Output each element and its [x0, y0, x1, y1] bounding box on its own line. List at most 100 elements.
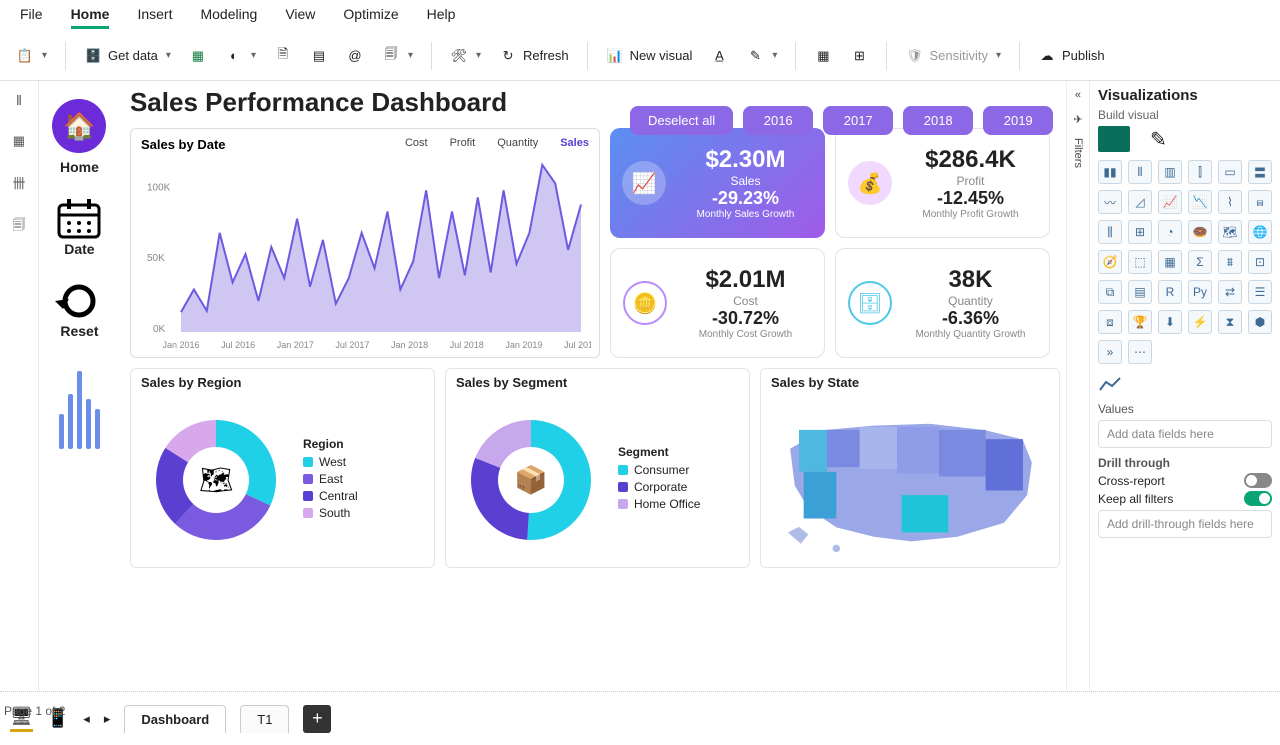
filters-rail[interactable]: « ✈ Filters [1066, 81, 1089, 691]
viz-type-icon[interactable]: ⧉ [1098, 280, 1122, 304]
dataverse-button[interactable]: @ [340, 43, 370, 69]
viz-type-icon[interactable]: ⫼ [1098, 220, 1122, 244]
pill-2018[interactable]: 2018 [903, 106, 973, 135]
viz-type-icon[interactable]: Σ [1188, 250, 1212, 274]
kpi-quantity[interactable]: 🗄 38K Quantity -6.36% Monthly Quantity G… [835, 248, 1050, 358]
format-visual-icon[interactable]: ✎ [1150, 127, 1167, 152]
viz-type-icon[interactable]: ⬇ [1158, 310, 1182, 334]
viz-type-icon[interactable]: 🍩 [1188, 220, 1212, 244]
viz-type-icon[interactable]: R [1158, 280, 1182, 304]
menu-file[interactable]: File [20, 6, 43, 29]
line-chart-icon[interactable] [1098, 376, 1122, 394]
refresh-button[interactable]: ↻Refresh [493, 43, 575, 69]
viz-type-icon[interactable]: ⬢ [1248, 310, 1272, 334]
menu-home[interactable]: Home [71, 6, 110, 29]
viz-type-icon[interactable]: » [1098, 340, 1122, 364]
collapse-icon[interactable]: « [1075, 89, 1081, 101]
table-view-icon[interactable]: ▦ [13, 133, 25, 149]
viz-type-icon[interactable]: 🗺 [1218, 220, 1242, 244]
cross-report-toggle[interactable] [1244, 473, 1272, 488]
viz-type-icon[interactable]: ▮▮ [1098, 160, 1122, 184]
viz-type-icon[interactable]: Py [1188, 280, 1212, 304]
menu-optimize[interactable]: Optimize [343, 6, 398, 29]
paste-button[interactable]: 📋▾ [10, 43, 53, 69]
viz-type-icon[interactable]: ◿ [1128, 190, 1152, 214]
build-visual-icon[interactable] [1098, 126, 1130, 152]
viz-type-icon[interactable]: ⊡ [1248, 250, 1272, 274]
menu-modeling[interactable]: Modeling [200, 6, 257, 29]
viz-type-icon[interactable]: ▤ [1128, 280, 1152, 304]
viz-type-icon[interactable]: ⫴ [1128, 160, 1152, 184]
tab-t1[interactable]: T1 [240, 705, 289, 733]
text-box-button[interactable]: A̲ [704, 43, 734, 69]
viz-type-icon[interactable]: ⌇ [1218, 190, 1242, 214]
prev-page-icon[interactable]: ◂ [83, 711, 90, 727]
publish-button[interactable]: ☁Publish [1032, 43, 1111, 69]
viz-type-icon[interactable]: 🧭 [1098, 250, 1122, 274]
data-hub-button[interactable]: ◐▾ [219, 43, 262, 69]
viz-type-icon[interactable]: ⧈ [1098, 310, 1122, 334]
viz-type-icon[interactable]: 📉 [1188, 190, 1212, 214]
viz-type-icon[interactable]: ▥ [1158, 160, 1182, 184]
new-visual-button[interactable]: 📊New visual [600, 43, 699, 69]
model-view-icon[interactable]: 卌 [12, 173, 25, 192]
dax-view-icon[interactable]: 🗐 [12, 216, 25, 238]
viz-type-icon[interactable]: 🏆 [1128, 310, 1152, 334]
more-visuals-button[interactable]: ✎▾ [740, 43, 783, 69]
pill-2019[interactable]: 2019 [983, 106, 1053, 135]
transform-button[interactable]: 🛠▾ [444, 43, 487, 69]
new-measure-button[interactable]: ▦ [808, 43, 838, 69]
viz-type-icon[interactable]: ▦ [1158, 250, 1182, 274]
menu-view[interactable]: View [285, 6, 315, 29]
nav-home[interactable]: 🏠 Home [52, 99, 106, 175]
next-page-icon[interactable]: ▸ [104, 711, 111, 727]
viz-type-icon[interactable]: ⬚ [1128, 250, 1152, 274]
enter-data-button[interactable]: ▤ [304, 43, 334, 69]
values-field-well[interactable]: Add data fields here [1098, 420, 1272, 448]
get-data-button[interactable]: 🗄️Get data▾ [78, 43, 177, 69]
viz-type-icon[interactable]: 〓 [1248, 160, 1272, 184]
pill-2016[interactable]: 2016 [743, 106, 813, 135]
nav-date[interactable]: Date [55, 197, 103, 257]
viz-type-icon[interactable]: ⇄ [1218, 280, 1242, 304]
kpi-profit[interactable]: 💰 $286.4K Profit -12.45% Monthly Profit … [835, 128, 1050, 238]
quick-measure-button[interactable]: ⊞ [844, 43, 874, 69]
viz-type-icon[interactable]: 🌐 [1248, 220, 1272, 244]
excel-source-button[interactable]: ▦ [183, 43, 213, 69]
pill-deselect-all[interactable]: Deselect all [630, 106, 733, 135]
sql-button[interactable]: 🗎 [268, 43, 298, 69]
measure-profit[interactable]: Profit [450, 137, 476, 152]
sensitivity-button[interactable]: 🛡Sensitivity▾ [899, 43, 1007, 69]
sales-by-segment-chart[interactable]: Sales by Segment 📦 Segment ConsumerCorpo… [445, 368, 750, 568]
viz-type-icon[interactable]: ⫿ [1188, 160, 1212, 184]
menu-help[interactable]: Help [427, 6, 456, 29]
kpi-cost[interactable]: 🪙 $2.01M Cost -30.72% Monthly Cost Growt… [610, 248, 825, 358]
viz-type-icon[interactable]: ⩎ [1248, 190, 1272, 214]
sales-by-date-chart[interactable]: Sales by Date Cost Profit Quantity Sales… [130, 128, 600, 358]
viz-type-icon[interactable]: 〰 [1098, 190, 1122, 214]
viz-type-icon[interactable]: ⧗ [1218, 310, 1242, 334]
viz-type-icon[interactable]: ⋯ [1128, 340, 1152, 364]
viz-type-icon[interactable]: ⩩ [1218, 250, 1242, 274]
report-view-icon[interactable]: ⫴ [16, 93, 21, 109]
nav-reset[interactable]: Reset [55, 279, 103, 339]
viz-type-icon[interactable]: ▭ [1218, 160, 1242, 184]
viz-type-icon[interactable]: ☰ [1248, 280, 1272, 304]
drill-field-well[interactable]: Add drill-through fields here [1098, 510, 1272, 538]
keep-filters-toggle[interactable] [1244, 491, 1272, 506]
sales-by-region-chart[interactable]: Sales by Region 🗺 Region WestEastCentral… [130, 368, 435, 568]
kpi-sales[interactable]: 📈 $2.30M Sales -29.23% Monthly Sales Gro… [610, 128, 825, 238]
viz-type-icon[interactable]: ⊞ [1128, 220, 1152, 244]
pill-2017[interactable]: 2017 [823, 106, 893, 135]
sales-by-state-map[interactable]: Sales by State [760, 368, 1060, 568]
filters-icon[interactable]: ✈ [1073, 113, 1082, 126]
menu-insert[interactable]: Insert [137, 6, 172, 29]
viz-type-icon[interactable]: 📈 [1158, 190, 1182, 214]
viz-type-icon[interactable]: ⚡ [1188, 310, 1212, 334]
measure-cost[interactable]: Cost [405, 137, 428, 152]
measure-sales[interactable]: Sales [560, 137, 589, 152]
add-page-button[interactable]: + [303, 705, 331, 733]
viz-type-icon[interactable]: ◔ [1158, 220, 1182, 244]
measure-quantity[interactable]: Quantity [497, 137, 538, 152]
tab-dashboard[interactable]: Dashboard [124, 705, 226, 733]
